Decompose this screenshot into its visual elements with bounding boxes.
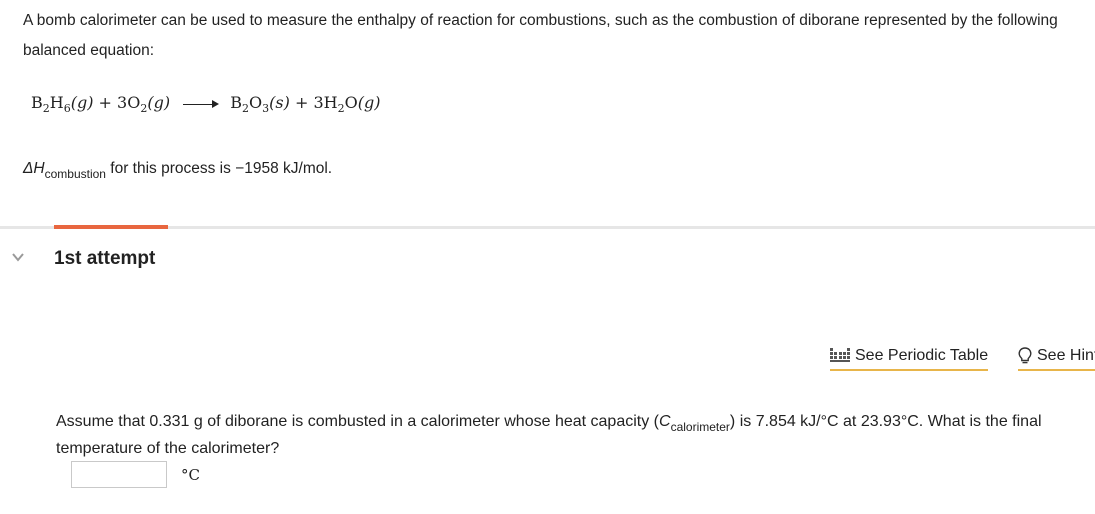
- hint-label: See Hint: [1037, 347, 1095, 364]
- question-text: Assume that 0.331 g of diborane is combu…: [56, 413, 1042, 457]
- intro-text: A bomb calorimeter can be used to measur…: [23, 12, 1058, 59]
- see-periodic-table-link[interactable]: See Periodic Table: [830, 347, 989, 371]
- reaction-arrow-icon: [183, 99, 220, 109]
- chevron-down-icon[interactable]: [11, 250, 25, 264]
- periodic-table-label: See Periodic Table: [855, 347, 989, 364]
- attempt-accent-bar: [54, 225, 168, 229]
- tools-bar: See Periodic Table See Hint: [830, 347, 1095, 373]
- answer-unit: °C: [181, 466, 200, 484]
- balanced-equation: B2H6(g) + 3O2(g) B2O3(s) + 3H2O(g): [31, 93, 381, 115]
- see-hint-link[interactable]: See Hint: [1018, 347, 1095, 371]
- periodic-table-icon: [830, 348, 850, 362]
- attempt-title: 1st attempt: [54, 248, 156, 269]
- answer-input[interactable]: [71, 461, 167, 488]
- enthalpy-statement: ΔHcombustion for this process is −1958 k…: [23, 160, 333, 181]
- lightbulb-icon: [1018, 347, 1032, 364]
